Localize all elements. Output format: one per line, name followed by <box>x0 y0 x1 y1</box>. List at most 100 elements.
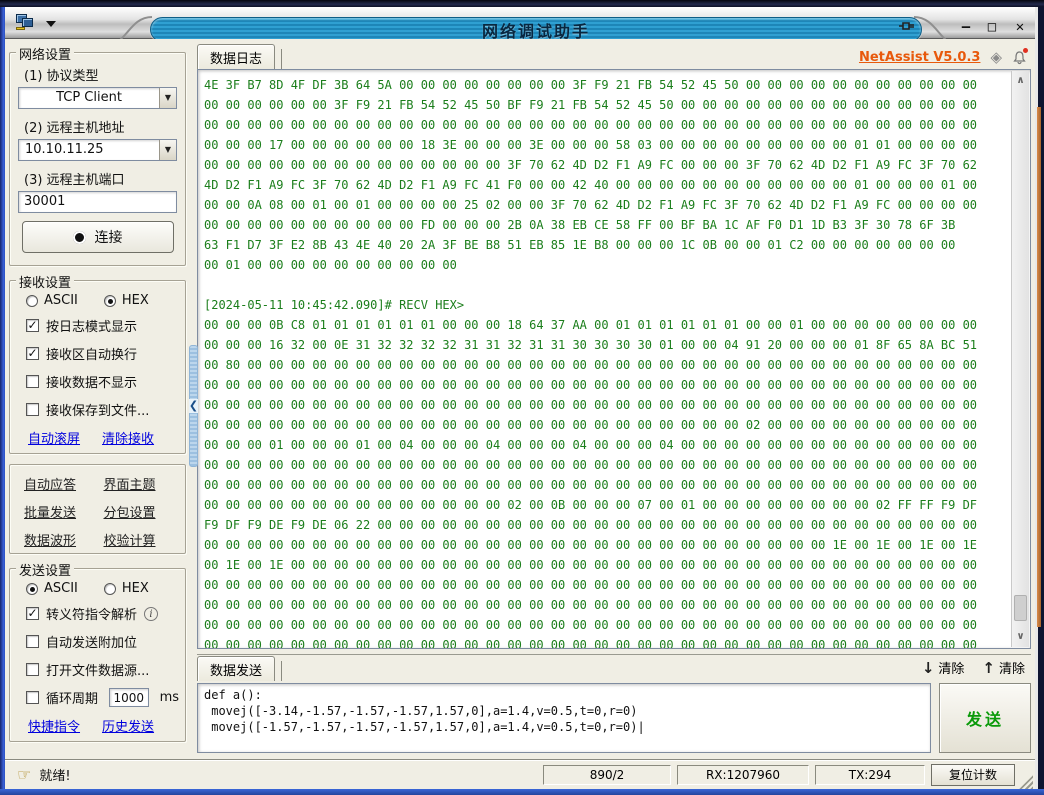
checkbox-icon <box>26 663 39 676</box>
clear-receive-link[interactable]: 清除接收 <box>102 428 154 447</box>
auto-scroll-link[interactable]: 自动滚屏 <box>28 428 80 447</box>
status-ready-text: 就绪! <box>39 765 70 784</box>
gem-icon[interactable]: ◈ <box>990 48 1002 66</box>
cycle-unit: ms <box>160 690 179 705</box>
hex-line: 00 00 00 00 00 00 00 00 00 00 00 00 00 0… <box>204 475 1006 495</box>
hex-line: [2024-05-11 10:45:42.090]# RECV HEX> <box>204 295 1006 315</box>
log-scrollbar[interactable]: ∧ ∨ <box>1011 71 1029 647</box>
checkbox-icon: ✓ <box>26 347 39 360</box>
send-checkbox-label: 自动发送附加位 <box>46 632 137 651</box>
hex-line: 00 00 00 00 00 00 00 00 00 00 00 00 00 0… <box>204 495 1006 515</box>
panel-splitter[interactable]: ❮ <box>189 345 198 467</box>
hex-line: 00 00 00 00 00 00 3F F9 21 FB 54 52 45 5… <box>204 95 1006 115</box>
recv-radio-hex[interactable]: HEX <box>104 293 149 308</box>
send-settings-title: 发送设置 <box>16 560 74 579</box>
checkbox-icon: ✓ <box>26 607 39 620</box>
window-title: 网络调试助手 <box>482 18 590 42</box>
hex-line: 00 00 00 00 00 00 00 00 00 00 00 00 00 0… <box>204 375 1006 395</box>
scrollbar-thumb[interactable] <box>1014 595 1027 621</box>
tab-data-send[interactable]: 数据发送 <box>197 656 275 681</box>
receive-settings-group: 接收设置 ASCII HEX ✓按日志模式显示✓接收区自动换行接收数据不显示接收… <box>9 280 186 454</box>
hex-line: 00 00 00 00 00 00 00 00 00 00 00 00 00 0… <box>204 615 1006 635</box>
recv-checkbox-label: 按日志模式显示 <box>46 316 137 335</box>
checkbox-icon <box>26 403 39 416</box>
pin-icon[interactable] <box>898 19 916 35</box>
recv-checkbox[interactable]: ✓接收区自动换行 <box>26 344 179 363</box>
tools-links-group: 自动应答界面主题批量发送分包设置数据波形校验计算 <box>9 464 186 554</box>
hex-line: 00 00 00 00 00 00 00 00 00 00 00 00 00 0… <box>204 595 1006 615</box>
info-icon[interactable]: i <box>144 607 158 621</box>
system-menu-caret-icon[interactable] <box>46 21 56 27</box>
clear-receive-button[interactable]: ↓ 清除 <box>922 658 965 677</box>
network-settings-title: 网络设置 <box>16 44 74 63</box>
tool-link[interactable]: 校验计算 <box>104 530 180 549</box>
hex-line: 00 00 00 00 00 00 00 00 00 00 00 00 00 0… <box>204 115 1006 135</box>
send-checkbox[interactable]: ✓转义符指令解析i <box>26 604 179 623</box>
maximize-button[interactable]: □ <box>980 17 1004 37</box>
recv-radio-ascii[interactable]: ASCII <box>26 293 78 308</box>
collapse-left-icon: ❮ <box>189 399 198 413</box>
send-options: ✓转义符指令解析i 自动发送附加位打开文件数据源... <box>16 604 179 679</box>
send-radio-ascii-label: ASCII <box>44 581 78 596</box>
protocol-select[interactable]: TCP Client ▼ <box>18 87 177 109</box>
tool-link[interactable]: 自动应答 <box>24 474 100 493</box>
radio-icon <box>104 583 116 595</box>
checkbox-icon <box>26 691 39 704</box>
chevron-down-icon[interactable]: ▼ <box>159 88 176 108</box>
host-select[interactable]: 10.10.11.25 ▼ <box>18 139 177 161</box>
send-button[interactable]: 发送 <box>939 683 1031 753</box>
send-radio-hex[interactable]: HEX <box>104 581 149 596</box>
quick-commands-link[interactable]: 快捷指令 <box>28 716 80 735</box>
data-log-area[interactable]: 4E 3F B7 8D 4F DF 3B 64 5A 00 00 00 00 0… <box>197 69 1031 649</box>
scroll-down-icon[interactable]: ∨ <box>1012 629 1029 645</box>
recv-checkbox-label: 接收保存到文件... <box>46 400 149 419</box>
receive-settings-title: 接收设置 <box>16 272 74 291</box>
close-button[interactable]: ✕ <box>1008 17 1032 37</box>
tab-data-log[interactable]: 数据日志 <box>197 44 275 69</box>
send-checkbox[interactable]: 自动发送附加位 <box>26 632 179 651</box>
tool-link[interactable]: 批量发送 <box>24 502 100 521</box>
connect-button[interactable]: 连接 <box>22 221 174 253</box>
recv-radio-ascii-label: ASCII <box>44 293 78 308</box>
pointing-hand-icon: ☞ <box>17 765 31 784</box>
hex-line: 00 00 00 00 00 00 00 00 00 00 FD 00 00 0… <box>204 215 1006 235</box>
tool-link[interactable]: 分包设置 <box>104 502 180 521</box>
netassist-version-link[interactable]: NetAssist V5.0.3 <box>859 50 980 65</box>
scroll-up-icon[interactable]: ∧ <box>1012 73 1029 89</box>
port-input[interactable]: 30001 <box>18 191 177 213</box>
reset-count-button[interactable]: 复位计数 <box>931 764 1015 786</box>
send-settings-group: 发送设置 ASCII HEX ✓转义符指令解析i自动发送附加位打开文件数据源..… <box>9 568 186 742</box>
radio-icon <box>104 295 116 307</box>
recv-checkbox[interactable]: 接收数据不显示 <box>26 372 179 391</box>
recv-checkbox[interactable]: 接收保存到文件... <box>26 400 179 419</box>
title-bar[interactable]: 网络调试助手 – □ ✕ <box>0 7 1044 39</box>
window-body: 网络设置 (1) 协议类型 TCP Client ▼ (2) 远程主机地址 10… <box>5 39 1035 759</box>
send-radio-ascii[interactable]: ASCII <box>26 581 78 596</box>
window-right-edge <box>1035 7 1044 795</box>
hex-line: 00 00 0A 08 00 01 00 01 00 00 00 00 25 0… <box>204 195 1006 215</box>
chevron-down-icon[interactable]: ▼ <box>159 140 176 160</box>
send-checkbox-label: 打开文件数据源... <box>46 660 149 679</box>
hex-line: 4D D2 F1 A9 FC 3F 70 62 4D D2 F1 A9 FC 4… <box>204 175 1006 195</box>
hex-line: 00 00 00 00 00 00 00 00 00 00 00 00 00 0… <box>204 575 1006 595</box>
radio-icon <box>26 295 38 307</box>
rx-counter: RX:1207960 <box>677 765 809 785</box>
checkbox-icon <box>26 635 39 648</box>
send-input[interactable]: def a(): movej([-3.14,-1.57,-1.57,-1.57,… <box>197 683 931 753</box>
resize-grip[interactable] <box>1019 775 1033 789</box>
app-network-icon[interactable] <box>16 14 38 32</box>
cycle-input[interactable]: 1000 <box>109 688 149 707</box>
tool-link[interactable]: 数据波形 <box>24 530 100 549</box>
protocol-value: TCP Client <box>19 88 159 108</box>
checkbox-cycle-period[interactable]: 循环周期 1000 ms <box>26 688 179 707</box>
send-checkbox[interactable]: 打开文件数据源... <box>26 660 179 679</box>
bell-icon[interactable] <box>1012 50 1027 65</box>
recv-checkbox[interactable]: ✓按日志模式显示 <box>26 316 179 335</box>
sidebar: 网络设置 (1) 协议类型 TCP Client ▼ (2) 远程主机地址 10… <box>5 39 189 759</box>
tool-link[interactable]: 界面主题 <box>104 474 180 493</box>
minimize-button[interactable]: – <box>954 17 978 37</box>
status-bar: ☞ 就绪! 890/2 RX:1207960 TX:294 复位计数 <box>5 759 1035 789</box>
clear-send-button[interactable]: ↑ 清除 <box>982 658 1025 677</box>
edge-orange-strip <box>1037 107 1041 627</box>
history-send-link[interactable]: 历史发送 <box>102 716 154 735</box>
